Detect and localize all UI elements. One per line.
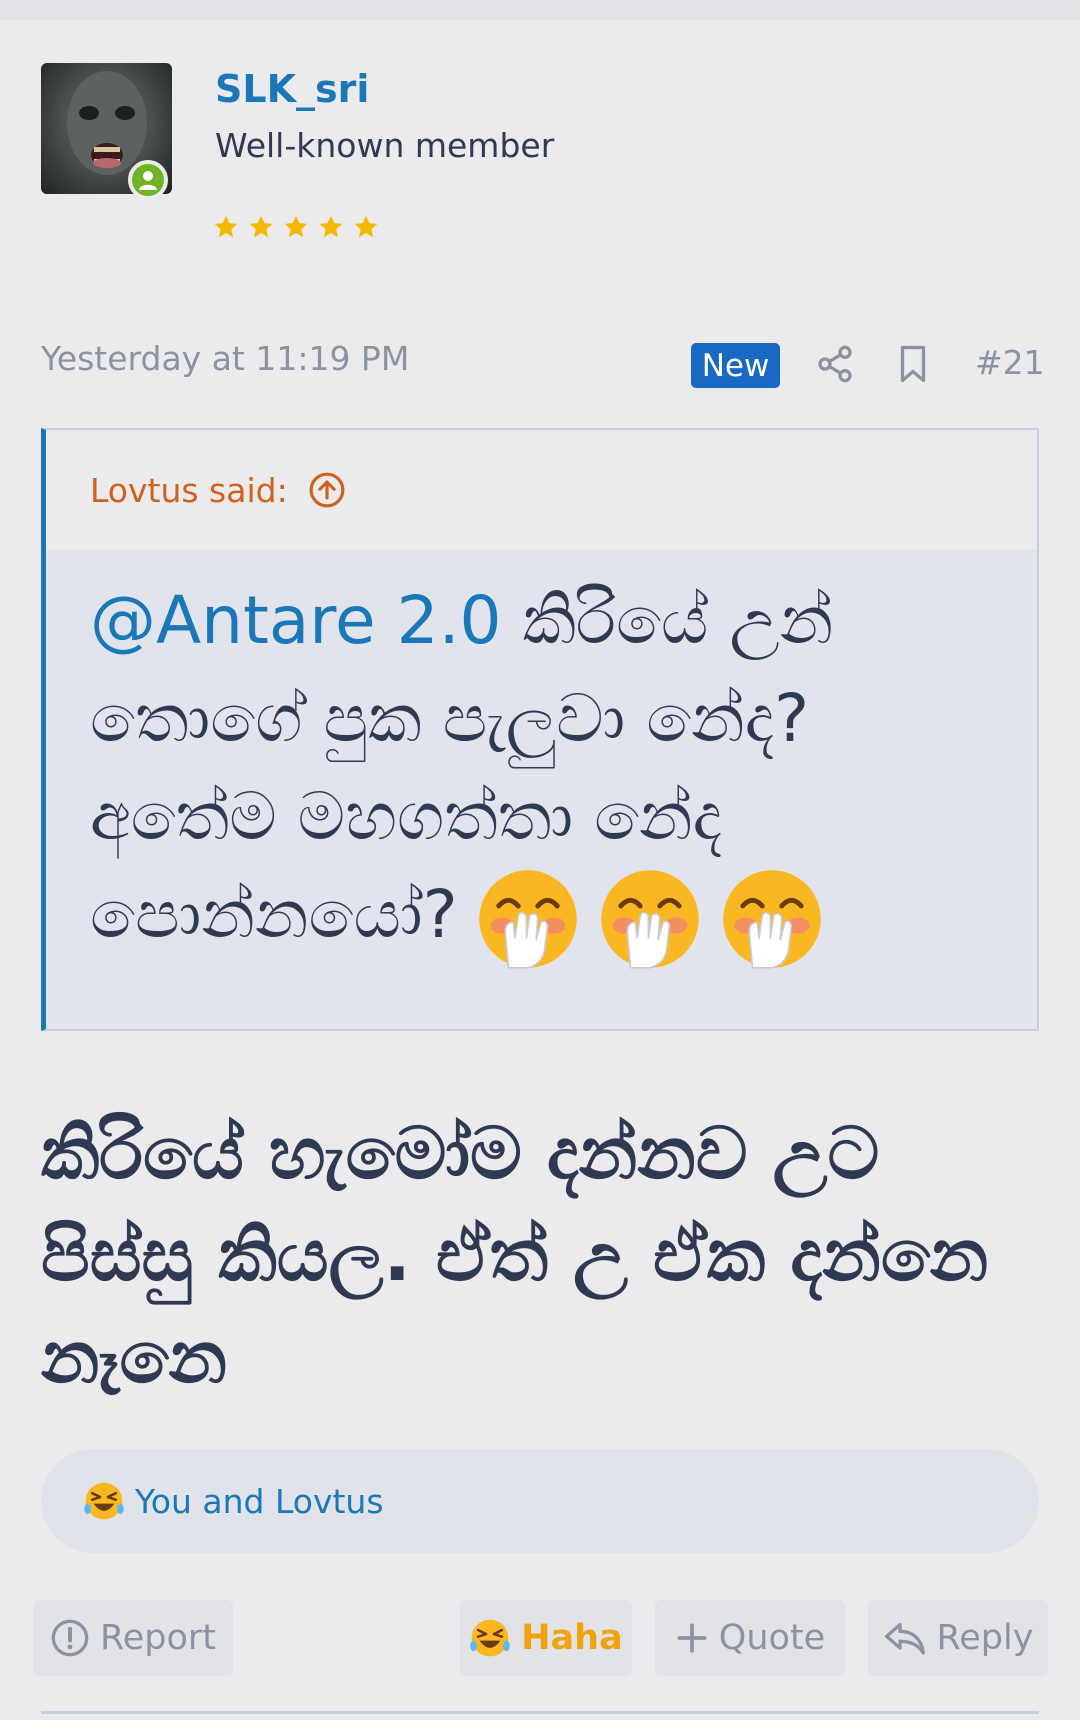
haha-reaction-button[interactable]: Haha: [460, 1600, 632, 1676]
post-number[interactable]: #21: [975, 343, 1045, 382]
quote-button[interactable]: Quote: [655, 1600, 845, 1676]
quote-header: Lovtus said:: [46, 430, 1037, 550]
quote-author[interactable]: Lovtus said:: [90, 471, 288, 510]
reply-arrow-icon: [884, 1623, 925, 1655]
star-icon: [214, 215, 238, 238]
next-post-divider: [41, 1711, 1039, 1714]
star-icon: [354, 215, 378, 238]
emoji-group: [476, 867, 824, 971]
star-icon: [249, 215, 273, 238]
bookmark-icon[interactable]: [895, 344, 931, 384]
reply-label: Reply: [936, 1618, 1034, 1658]
hand-over-mouth-emoji-icon: [600, 870, 699, 969]
report-label: Report: [99, 1618, 217, 1658]
quote-block: Lovtus said: @Antare 2.0 කිරියේ උන් තොගේ…: [41, 428, 1039, 1031]
plus-icon: [677, 1623, 707, 1653]
new-badge: New: [691, 343, 780, 388]
user-title: Well-known member: [215, 126, 555, 165]
post-body-text: කිරියේ හැමෝම දන්නව උට පිස්සු කියල. ඒත් උ…: [41, 1111, 989, 1399]
hand-over-mouth-emoji-icon: [478, 870, 577, 969]
laughing-emoji-icon: [84, 1482, 124, 1520]
laughing-emoji-icon: [470, 1619, 510, 1657]
jump-to-quote-icon[interactable]: [308, 471, 346, 509]
quote-label: Quote: [718, 1618, 826, 1658]
reply-button[interactable]: Reply: [868, 1600, 1048, 1676]
report-button[interactable]: Report: [33, 1600, 233, 1676]
hand-over-mouth-emoji-icon: [722, 870, 821, 969]
top-band: [0, 0, 1080, 20]
reactions-bar[interactable]: You and Lovtus: [41, 1449, 1039, 1553]
rating-stars: [213, 214, 379, 240]
share-icon[interactable]: [815, 344, 855, 384]
online-status-icon: [128, 160, 168, 200]
haha-label: Haha: [521, 1618, 623, 1658]
warning-icon: [51, 1619, 89, 1657]
reactions-summary[interactable]: You and Lovtus: [135, 1482, 384, 1521]
star-icon: [319, 215, 343, 238]
user-mention[interactable]: @Antare 2.0: [90, 582, 502, 659]
username[interactable]: SLK_sri: [215, 67, 369, 111]
star-icon: [284, 215, 308, 238]
quote-content: @Antare 2.0 කිරියේ උන් තොගේ පුක පැලුවා න…: [46, 550, 1037, 971]
post-date[interactable]: Yesterday at 11:19 PM: [41, 339, 409, 378]
